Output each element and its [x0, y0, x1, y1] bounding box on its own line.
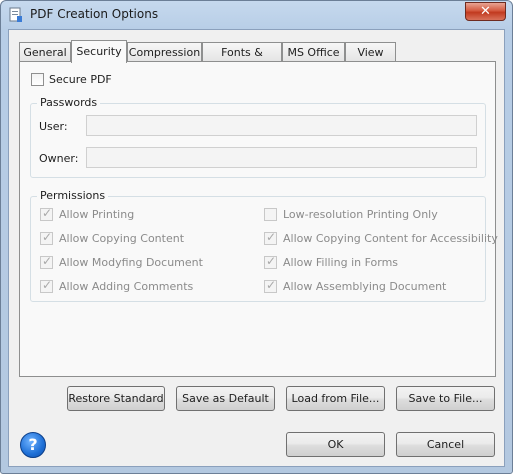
- allow-forms-label: Allow Filling in Forms: [283, 256, 399, 269]
- allow-printing-checkbox[interactable]: ✓: [40, 206, 53, 221]
- help-icon[interactable]: ?: [20, 432, 46, 458]
- window-title: PDF Creation Options: [30, 7, 159, 21]
- allow-assembly-checkbox[interactable]: ✓: [264, 278, 277, 293]
- check-icon: ✓: [42, 230, 53, 244]
- tab-general[interactable]: General: [19, 42, 71, 63]
- owner-password-label: Owner:: [39, 152, 79, 165]
- dialog-window: PDF Creation Options ✕ General Security …: [0, 0, 513, 474]
- check-icon: ✓: [266, 254, 277, 268]
- allow-modifying-checkbox[interactable]: ✓: [40, 254, 53, 269]
- cancel-button[interactable]: Cancel: [396, 432, 495, 457]
- check-icon: ✓: [42, 206, 53, 220]
- check-icon: ✓: [42, 278, 53, 292]
- tab-compression[interactable]: Compression: [127, 42, 202, 63]
- permissions-group: Permissions ✓ Allow Printing ✓ Allow Cop…: [30, 189, 498, 302]
- allow-accessibility-label: Allow Copying Content for Accessibility: [283, 232, 498, 245]
- user-password-label: User:: [39, 120, 68, 133]
- secure-pdf-checkbox[interactable]: [31, 73, 44, 86]
- tab-fonts-colors[interactable]: Fonts & Colors: [202, 42, 282, 78]
- allow-modifying-label: Allow Modyfing Document: [59, 256, 203, 269]
- check-icon: ✓: [42, 254, 53, 268]
- save-as-default-button[interactable]: Save as Default: [176, 386, 275, 411]
- owner-password-input[interactable]: [86, 147, 477, 168]
- close-icon: ✕: [480, 4, 491, 19]
- passwords-group-title: Passwords: [37, 96, 101, 109]
- tab-security[interactable]: Security: [71, 40, 127, 63]
- secure-pdf-label: Secure PDF: [49, 73, 112, 86]
- load-from-file-button[interactable]: Load from File...: [286, 386, 385, 411]
- tab-ms-office[interactable]: MS Office: [282, 42, 345, 63]
- allow-printing-label: Allow Printing: [59, 208, 135, 221]
- allow-accessibility-checkbox[interactable]: ✓: [264, 230, 277, 245]
- low-res-printing-checkbox[interactable]: [264, 208, 277, 221]
- app-icon: [9, 7, 23, 23]
- close-button[interactable]: ✕: [465, 2, 506, 21]
- allow-copying-label: Allow Copying Content: [59, 232, 185, 245]
- title-bar[interactable]: PDF Creation Options ✕: [1, 1, 512, 29]
- allow-assembly-label: Allow Assemblying Document: [283, 280, 447, 293]
- permissions-group-title: Permissions: [37, 189, 109, 202]
- check-icon: ✓: [266, 230, 277, 244]
- low-res-printing-label: Low-resolution Printing Only: [283, 208, 438, 221]
- restore-standard-button[interactable]: Restore Standard: [67, 386, 165, 411]
- check-icon: ✓: [266, 278, 277, 292]
- ok-button[interactable]: OK: [286, 432, 385, 457]
- save-to-file-button[interactable]: Save to File...: [396, 386, 495, 411]
- dialog-client: General Security Compression Fonts & Col…: [8, 29, 505, 467]
- passwords-group: Passwords User: Owner:: [30, 96, 486, 178]
- tab-view[interactable]: View: [345, 42, 396, 63]
- user-password-input[interactable]: [86, 115, 477, 136]
- allow-comments-label: Allow Adding Comments: [59, 280, 194, 293]
- allow-forms-checkbox[interactable]: ✓: [264, 254, 277, 269]
- allow-comments-checkbox[interactable]: ✓: [40, 278, 53, 293]
- allow-copying-checkbox[interactable]: ✓: [40, 230, 53, 245]
- security-panel: Secure PDF Passwords User: Owner: Permis…: [19, 61, 498, 377]
